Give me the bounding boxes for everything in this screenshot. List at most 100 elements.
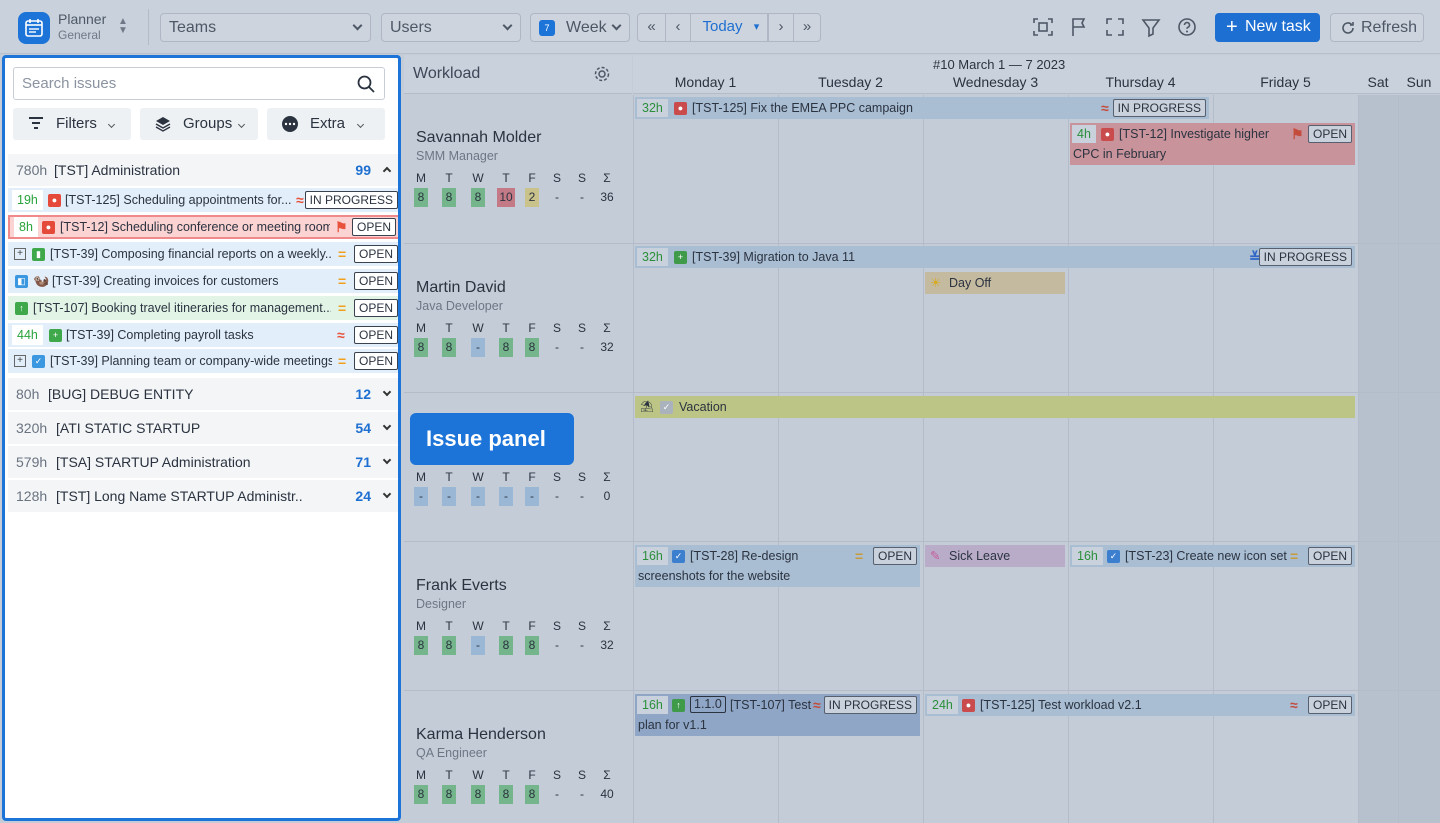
status-badge[interactable]: OPEN <box>353 352 398 370</box>
gear-icon[interactable] <box>593 65 611 83</box>
weekday-letter: T <box>445 619 453 633</box>
expand-icon[interactable]: + <box>14 248 26 260</box>
person-karma[interactable]: Karma Henderson QA Engineer <box>416 726 546 760</box>
check-icon: ✓ <box>660 401 673 414</box>
absence-bar[interactable]: ☀ Day Off <box>925 272 1065 294</box>
person-martin[interactable]: Martin David Java Developer <box>416 279 506 313</box>
status-badge[interactable]: OPEN <box>1307 125 1352 143</box>
weekday-letter: Σ <box>603 171 611 185</box>
today-dropdown-icon[interactable]: ▾ <box>746 14 768 41</box>
task-bar[interactable]: 4h ● [TST-12] Investigate higher CPC in … <box>1070 123 1355 165</box>
filter-icon[interactable] <box>1140 16 1162 38</box>
status-badge[interactable]: OPEN <box>351 218 396 236</box>
filters-button[interactable]: Filters <box>13 108 131 140</box>
fullscreen-icon[interactable] <box>1104 16 1126 38</box>
status-badge[interactable]: OPEN <box>353 326 398 344</box>
status-badge[interactable]: IN PROGRESS <box>1112 99 1206 117</box>
status-badge[interactable]: OPEN <box>353 299 398 317</box>
person-role: SMM Manager <box>416 149 498 163</box>
status-badge[interactable]: IN PROGRESS <box>1258 248 1352 266</box>
task-bar[interactable]: 24h ● [TST-125] Test workload v2.1 ≈ OPE… <box>925 694 1355 716</box>
weekday-letter: M <box>416 321 426 335</box>
weekday-letter: S <box>552 768 561 782</box>
absence-bar[interactable]: ✎ Sick Leave <box>925 545 1065 567</box>
status-badge[interactable]: OPEN <box>353 272 398 290</box>
task-estimate: 16h <box>637 696 668 714</box>
chevron-down-icon[interactable] <box>382 489 392 499</box>
users-select[interactable]: Users <box>381 13 521 42</box>
weekday-letter: T <box>445 768 453 782</box>
chevron-up-icon[interactable] <box>382 166 392 176</box>
range-select[interactable]: 7 Week <box>530 13 630 42</box>
task-bar[interactable]: 32h ● [TST-125] Fix the EMEA PPC campaig… <box>635 97 1209 119</box>
teams-select[interactable]: Teams <box>160 13 371 42</box>
grid-line <box>1398 95 1399 823</box>
status-badge[interactable]: OPEN <box>353 245 398 263</box>
chevron-down-icon <box>107 120 116 129</box>
hours-cell: - <box>580 638 584 652</box>
absence-bar[interactable]: ⛱ ✓ Vacation <box>635 396 1355 418</box>
weekday-letter: W <box>472 470 484 484</box>
chevron-down-icon[interactable] <box>382 387 392 397</box>
groups-button[interactable]: Groups <box>140 108 258 140</box>
issue-row[interactable]: ↑ [TST-107] Booking travel itineraries f… <box>8 296 398 320</box>
bug-icon: ● <box>42 221 55 234</box>
app-switch-icon[interactable]: ▲ ▼ <box>118 17 128 36</box>
issue-row[interactable]: + ✓ [TST-39] Planning team or company-wi… <box>8 349 398 373</box>
weekday-letter: W <box>472 619 484 633</box>
issue-group-header[interactable]: 320h [ATI STATIC STARTUP 54 <box>8 412 398 444</box>
issue-group-header[interactable]: 128h [TST] Long Name STARTUP Administr..… <box>8 480 398 512</box>
double-chevron-left-icon[interactable]: « <box>638 14 666 41</box>
chevron-left-icon[interactable]: ‹ <box>666 14 691 41</box>
refresh-button[interactable]: Refresh <box>1330 13 1424 42</box>
task-title: [TST-12] Investigate higher <box>1119 127 1270 141</box>
chevron-down-icon[interactable] <box>382 421 392 431</box>
person-savannah[interactable]: Savannah Molder SMM Manager <box>416 129 541 163</box>
issue-row[interactable]: 44h + [TST-39] Completing payroll tasks … <box>8 323 398 347</box>
issue-row[interactable]: + ▮ [TST-39] Composing financial reports… <box>8 242 398 266</box>
task-bar[interactable]: 32h + [TST-39] Migration to Java 11 ≚ IN… <box>635 246 1355 268</box>
group-hours: 80h <box>16 386 40 402</box>
hours-cell: 8 <box>499 636 513 655</box>
weekday-letter: Σ <box>603 321 611 335</box>
extra-label: Extra <box>310 115 346 132</box>
expand-icon[interactable]: + <box>14 355 26 367</box>
chevron-right-icon[interactable]: › <box>768 14 794 41</box>
weekday-letter: F <box>528 470 536 484</box>
issue-group-header[interactable]: 579h [TSA] STARTUP Administration 71 <box>8 446 398 478</box>
issue-row[interactable]: 19h ● [TST-125] Scheduling appointments … <box>8 188 398 212</box>
search-input[interactable]: Search issues <box>13 67 385 100</box>
absence-title: Vacation <box>679 400 727 414</box>
today-button[interactable]: Today <box>691 14 754 41</box>
help-icon[interactable] <box>1176 16 1198 38</box>
chevron-down-icon[interactable] <box>382 455 392 465</box>
hours-cell: - <box>414 487 428 506</box>
issue-group-header[interactable]: 780h [TST] Administration 99 <box>8 154 398 186</box>
status-badge[interactable]: IN PROGRESS <box>823 696 917 714</box>
issue-group-header[interactable]: 80h [BUG] DEBUG ENTITY 12 <box>8 378 398 410</box>
task-title: [TST-28] Re-design <box>690 549 799 563</box>
issue-row[interactable]: 8h ● [TST-12] Scheduling conference or m… <box>8 215 398 239</box>
filters-label: Filters <box>56 115 97 132</box>
weekday-letter: S <box>552 619 561 633</box>
weekday-letter: M <box>416 619 426 633</box>
extra-button[interactable]: Extra <box>267 108 385 140</box>
flag-icon[interactable] <box>1068 16 1090 38</box>
person-frank[interactable]: Frank Everts Designer <box>416 577 507 611</box>
planner-logo-icon[interactable] <box>18 12 50 44</box>
double-chevron-right-icon[interactable]: » <box>794 14 820 41</box>
task-bar[interactable]: 16h ↑ 1.1.0 [TST-107] Test plan for v1.1… <box>635 694 920 736</box>
hours-cell: - <box>499 487 513 506</box>
task-title-cont: CPC in February <box>1073 147 1167 161</box>
status-badge[interactable]: OPEN <box>872 547 917 565</box>
task-bar[interactable]: 16h ✓ [TST-28] Re-design screenshots for… <box>635 545 920 587</box>
status-badge[interactable]: IN PROGRESS <box>304 191 398 209</box>
status-badge[interactable]: OPEN <box>1307 547 1352 565</box>
status-badge[interactable]: OPEN <box>1307 696 1352 714</box>
chevron-down-icon <box>352 20 363 31</box>
new-task-button[interactable]: + New task <box>1215 13 1320 42</box>
task-bar[interactable]: 16h ✓ [TST-23] Create new icon set = OPE… <box>1070 545 1355 567</box>
day-header-tuesday: Tuesday 2 <box>818 74 883 90</box>
focus-icon[interactable] <box>1032 16 1054 38</box>
issue-row[interactable]: ◧ 🦦 [TST-39] Creating invoices for custo… <box>8 269 398 293</box>
